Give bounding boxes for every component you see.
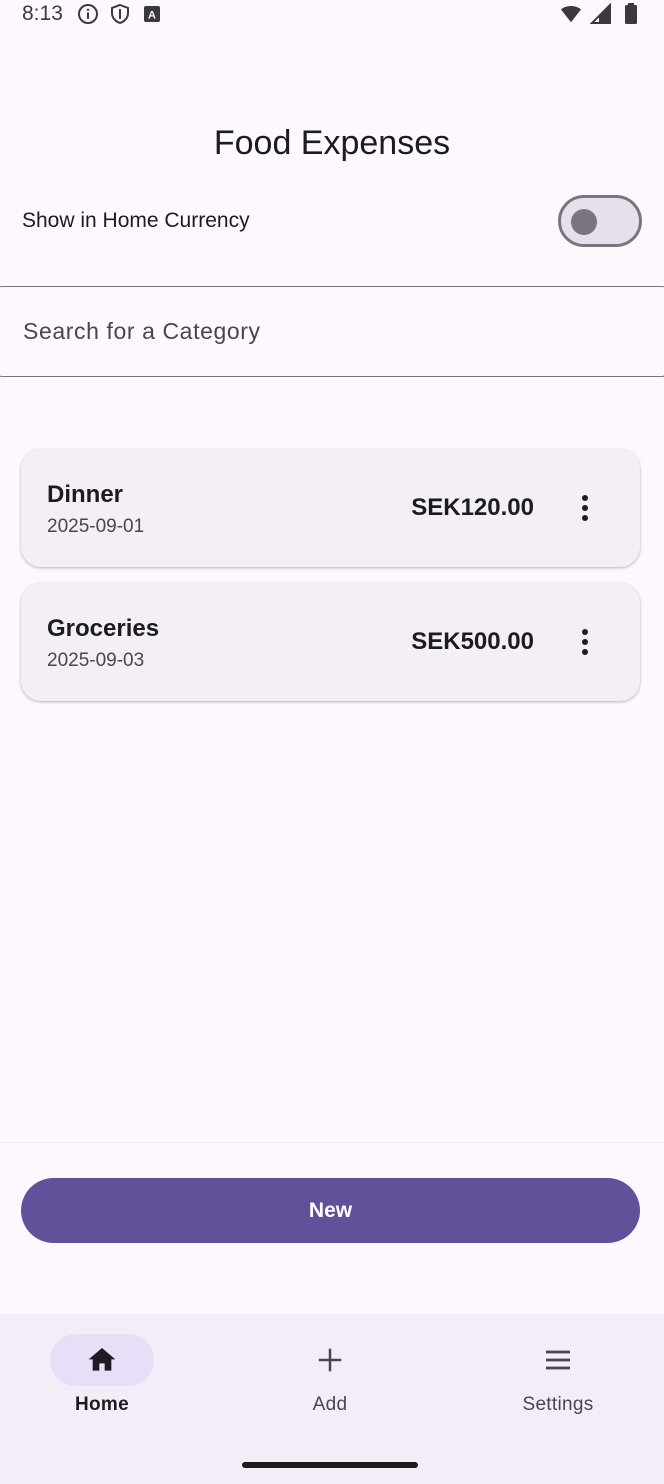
- status-time: 8:13: [22, 2, 63, 25]
- expense-list: Dinner 2025-09-01 SEK120.00 Groceries 20…: [21, 449, 640, 717]
- home-currency-toggle-label: Show in Home Currency: [22, 209, 250, 232]
- shield-icon: [109, 3, 131, 25]
- nav-item-home[interactable]: Home: [22, 1334, 182, 1424]
- keyboard-a-icon: A: [141, 3, 163, 25]
- page-title: Food Expenses: [213, 124, 451, 162]
- expense-date: 2025-09-03: [47, 650, 145, 671]
- svg-text:A: A: [148, 10, 156, 22]
- expense-category: Dinner: [47, 481, 124, 508]
- nav-item-settings[interactable]: Settings: [478, 1334, 638, 1424]
- wifi-icon: [560, 3, 582, 25]
- menu-icon: [546, 1350, 570, 1370]
- expense-date: 2025-09-01: [47, 516, 145, 537]
- expense-card[interactable]: Groceries 2025-09-03 SEK500.00: [21, 583, 640, 701]
- expense-amount: SEK500.00: [411, 628, 534, 655]
- home-currency-toggle-row: Show in Home Currency: [22, 194, 642, 248]
- signal-icon: [590, 3, 612, 25]
- more-options-icon[interactable]: [578, 489, 592, 527]
- bottom-navigation: Home Add Settings: [0, 1314, 664, 1484]
- gesture-home-indicator[interactable]: [242, 1462, 418, 1468]
- switch-knob: [571, 209, 597, 235]
- nav-label-add: Add: [312, 1394, 348, 1415]
- divider: [0, 1142, 664, 1143]
- home-icon: [88, 1348, 116, 1371]
- nav-label-home: Home: [75, 1394, 129, 1415]
- home-currency-switch[interactable]: [558, 195, 642, 247]
- more-options-icon[interactable]: [578, 623, 592, 661]
- category-search-field[interactable]: [0, 286, 664, 377]
- nav-item-add[interactable]: Add: [250, 1334, 410, 1424]
- status-bar: 8:13 A: [0, 0, 664, 28]
- status-bar-left: 8:13 A: [22, 2, 163, 26]
- plus-icon: [318, 1348, 342, 1372]
- battery-icon: [620, 3, 642, 25]
- expense-card[interactable]: Dinner 2025-09-01 SEK120.00: [21, 449, 640, 567]
- expense-category: Groceries: [47, 615, 160, 642]
- info-icon: [77, 3, 99, 25]
- category-search-input[interactable]: [23, 318, 664, 345]
- expense-amount: SEK120.00: [411, 494, 534, 521]
- new-expense-button[interactable]: New: [21, 1178, 640, 1243]
- status-bar-right: [560, 3, 642, 25]
- nav-label-settings: Settings: [522, 1394, 594, 1415]
- nav-active-indicator: [50, 1334, 154, 1386]
